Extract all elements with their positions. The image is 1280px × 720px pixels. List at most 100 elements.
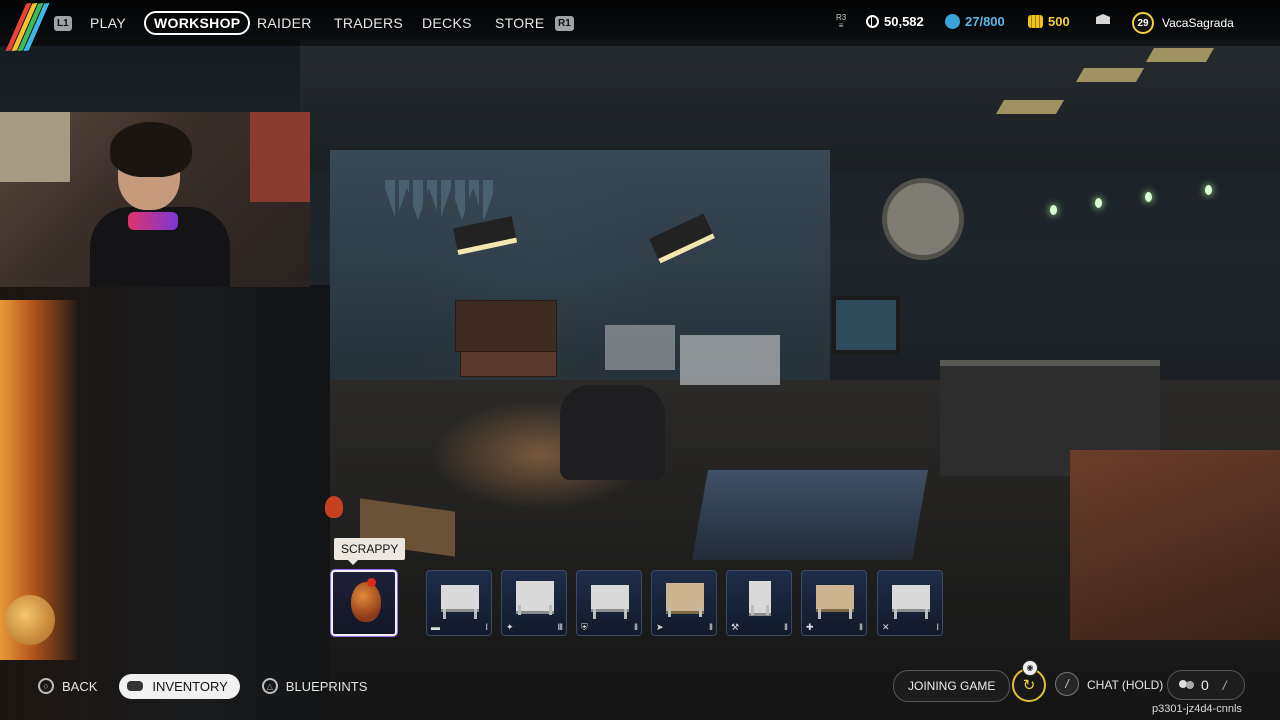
workshop-slot-2[interactable]: ▬ I [426,570,492,636]
nav-store[interactable]: STORE [495,15,544,31]
nav-workshop[interactable]: WORKSHOP [144,11,251,35]
workshop-slot-scrappy[interactable] [331,570,397,636]
blueprints-button[interactable]: △ BLUEPRINTS [261,678,368,694]
red-workbench [460,350,557,377]
tier-label: I [485,622,487,632]
rooster-icon [351,578,381,622]
workshop-slot-3[interactable]: ✦ III [501,570,567,636]
back-button[interactable]: ○ BACK [38,678,97,694]
bottom-left-actions: ○ BACK INVENTORY △ BLUEPRINTS [38,672,367,700]
nav-traders[interactable]: TRADERS [334,15,403,31]
globe-lamp [5,595,55,645]
category-icon: ✕ [882,622,890,632]
party-button[interactable]: 0 / [1167,670,1245,700]
webcam-background-art [250,112,310,202]
touchpad-icon [127,681,144,691]
string-light [1050,205,1057,215]
film-reel [882,178,964,260]
tier-label: II [633,622,638,632]
ceiling-light [1145,48,1215,62]
session-id: p3301-jz4d4-cnnls [1152,703,1242,715]
shelf [455,300,557,352]
r3-hint: R3 ≡ [836,13,847,30]
mail-icon [1096,14,1110,24]
top-navigation-bar: L1 PLAY WORKSHOP RAIDER TRADERS DECKS ST… [0,0,1280,52]
blue-currency-value: 27/800 [965,14,1005,29]
category-icon: ⚒ [731,622,740,632]
streamer-hair [110,122,192,177]
ceiling-light [995,100,1065,114]
chat-label: CHAT (HOLD) [1087,678,1164,692]
category-icon: ➤ [656,622,664,632]
workbench-icon [892,585,930,619]
nav-decks[interactable]: DECKS [422,15,472,31]
category-icon: ✚ [806,622,814,632]
string-light [1145,192,1152,202]
workbench-icon [516,581,554,615]
ceiling-light [1075,68,1145,82]
string-light [1095,198,1102,208]
workshop-slot-4[interactable]: ⛨ II [576,570,642,636]
party-count: 0 [1201,677,1209,693]
category-icon: ▬ [431,622,440,632]
chat-icon[interactable]: / [1055,672,1079,696]
workbench-icon [441,585,479,619]
metal-bench [680,335,780,385]
old-monitor [832,296,900,354]
workshop-slot-5[interactable]: ➤ II [651,570,717,636]
nav-raider[interactable]: RAIDER [257,15,312,31]
tier-label: III [557,622,562,632]
blue-currency-icon [945,14,960,29]
workshop-slot-8[interactable]: ✕ I [877,570,943,636]
triangle-button-icon: △ [261,678,278,694]
inventory-button[interactable]: INVENTORY [119,673,240,699]
wooden-desk [1070,450,1280,640]
player-profile[interactable]: 29 VacaSagrada [1132,12,1234,34]
tier-label: II [858,622,863,632]
blue-currency-counter[interactable]: 27/800 [945,14,1005,29]
category-icon: ⛨ [581,622,588,632]
category-icon: ✦ [506,622,514,632]
gold-currency-counter[interactable]: 500 [1028,14,1070,29]
emote-icon: ↻ [1022,677,1036,694]
username: VacaSagrada [1162,16,1234,30]
tier-label: II [708,622,713,632]
coins-value: 50,582 [884,14,924,29]
coin-icon [866,15,879,28]
armchair [560,385,665,480]
workbench-icon [749,581,771,616]
coins-counter[interactable]: 50,582 [866,14,924,29]
workshop-slot-6[interactable]: ⚒ II [726,570,792,636]
stick-icon: / [1222,677,1227,693]
gray-bench [605,325,675,370]
string-light [1205,185,1212,195]
back-label: BACK [62,678,98,694]
gold-currency-icon [1028,15,1043,28]
level-badge: 29 [1132,12,1154,34]
workbench-icon [666,583,704,617]
people-icon [1179,679,1195,691]
streamer-webcam [0,112,310,287]
gold-currency-value: 500 [1048,14,1070,29]
microphone [128,212,178,230]
floor-platform [692,470,928,560]
scrappy-badge-icon: ◉ [1022,660,1038,676]
l1-button-hint: L1 [54,16,72,31]
r3-label: R3 [836,13,847,22]
inventory-label: INVENTORY [152,678,228,694]
workbench-icon [591,585,629,619]
joining-game-button[interactable]: JOINING GAME [893,670,1011,702]
workshop-slot-7[interactable]: ✚ II [801,570,867,636]
game-logo [5,2,50,52]
tier-label: II [783,622,788,632]
workbench-icon [816,585,854,619]
scrappy-rooster [325,496,343,518]
mail-button[interactable] [1096,14,1110,24]
nav-play[interactable]: PLAY [90,15,126,31]
tier-label: I [936,622,938,632]
circle-button-icon: ○ [38,678,54,694]
blueprints-label: BLUEPRINTS [285,678,368,694]
r1-button-hint: R1 [555,16,574,31]
webcam-background-window [0,112,70,182]
selected-item-tooltip: SCRAPPY [334,538,406,565]
